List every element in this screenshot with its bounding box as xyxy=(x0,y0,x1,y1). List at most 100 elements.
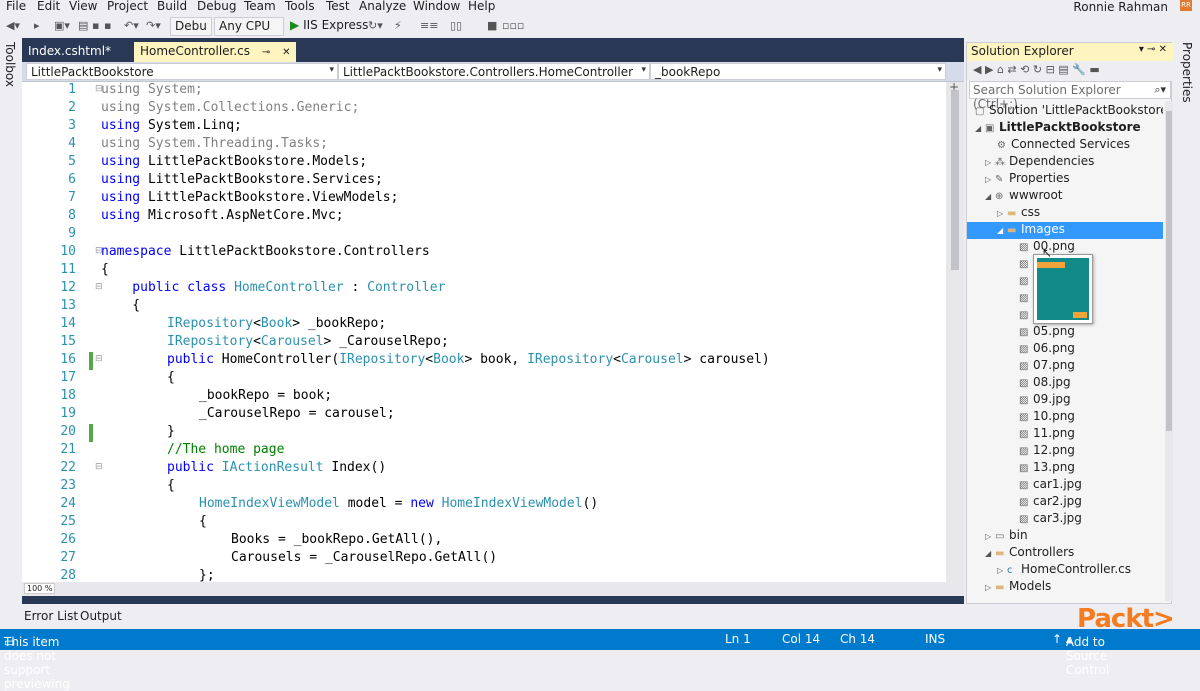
expanded-arrow-icon[interactable]: ◢ xyxy=(985,549,995,558)
toolbox-tab[interactable]: Toolbox xyxy=(0,38,22,630)
browser-link-icon[interactable]: ⚡ xyxy=(394,19,402,32)
menu-view[interactable]: View xyxy=(69,0,97,13)
refresh-icon[interactable]: ↻▾ xyxy=(368,19,383,32)
undo-icon[interactable]: ↶▾ xyxy=(124,19,139,32)
tree-item-bin[interactable]: ▷ ▭ bin xyxy=(985,528,1163,545)
scroll-thumb[interactable] xyxy=(1166,111,1172,431)
user-avatar[interactable]: RR xyxy=(1180,0,1192,11)
project-dropdown[interactable]: LittlePacktBookstore ▾ xyxy=(26,63,338,80)
tree-item-file[interactable]: ▨ 11.png xyxy=(1019,426,1163,443)
properties-icon[interactable]: 🔧 xyxy=(1072,63,1086,76)
tree-item-file[interactable]: ▨ 07.png xyxy=(1019,358,1163,375)
tree-item-file[interactable]: ▨ 09.jpg xyxy=(1019,392,1163,409)
menu-window[interactable]: Window xyxy=(413,0,460,13)
pin-icon[interactable]: ⊸ xyxy=(262,47,270,58)
tree-item-models[interactable]: ▷ ▬ Models xyxy=(985,579,1163,596)
tab-error-list[interactable]: Error List xyxy=(24,609,78,623)
menu-help[interactable]: Help xyxy=(468,0,495,13)
menu-tools[interactable]: Tools xyxy=(285,0,315,13)
comment-icon[interactable]: ▯▯ xyxy=(450,19,462,32)
tab-index-cshtml[interactable]: Index.cshtml* xyxy=(22,42,117,62)
tree-item-properties[interactable]: ▷ ✎ Properties xyxy=(985,171,1163,188)
fold-toggle[interactable]: ⊟ xyxy=(95,354,103,364)
back-icon[interactable]: ◀▾ xyxy=(6,19,20,32)
platform-select[interactable]: Any CPU xyxy=(214,17,284,36)
tree-item-file[interactable]: ▨ 06.png xyxy=(1019,341,1163,358)
tree-item-file[interactable]: ▨ 08.jpg xyxy=(1019,375,1163,392)
tree-item-file[interactable]: ▨ 12.png xyxy=(1019,443,1163,460)
collapsed-arrow-icon[interactable]: ▷ xyxy=(985,532,995,541)
collapse-icon[interactable]: ⊟ xyxy=(1046,63,1055,76)
menu-debug[interactable]: Debug xyxy=(197,0,236,13)
tree-item-file[interactable]: ▨ car1.jpg xyxy=(1019,477,1163,494)
user-name[interactable]: Ronnie Rahman xyxy=(1073,0,1168,14)
refresh-icon[interactable]: ↻ xyxy=(1033,63,1042,76)
tree-item-solution[interactable]: ▢ Solution 'LittlePacktBookstore' (1 xyxy=(975,103,1163,120)
expanded-arrow-icon[interactable]: ◢ xyxy=(975,124,985,133)
back-icon[interactable]: ◀ xyxy=(973,63,981,76)
tab-output[interactable]: Output xyxy=(80,609,122,623)
close-icon[interactable]: ✕ xyxy=(282,47,290,58)
tree-item-homecontroller[interactable]: ▷ c HomeController.cs xyxy=(997,562,1163,579)
tree-item-wwwroot[interactable]: ◢ ⊕ wwwroot xyxy=(985,188,1163,205)
bookmark-icon[interactable]: ■ xyxy=(487,19,497,32)
format-icon[interactable]: ≡≡ xyxy=(420,19,438,32)
code-editor[interactable]: 1 2 3 4 5 6 7 8 9 10 11 12 13 14 15 16 1… xyxy=(22,82,964,582)
forward-icon[interactable]: ▶ xyxy=(985,63,993,76)
tree-item-file[interactable]: ▨ car2.jpg xyxy=(1019,494,1163,511)
redo-icon[interactable]: ↷▾ xyxy=(146,19,161,32)
expanded-arrow-icon[interactable]: ◢ xyxy=(985,192,995,201)
tree-item-controllers[interactable]: ◢ ▬ Controllers xyxy=(985,545,1163,562)
tab-homecontroller-cs[interactable]: HomeController.cs ⊸ ✕ xyxy=(134,42,297,62)
open-icon[interactable]: ▤ xyxy=(78,19,88,32)
forward-icon[interactable]: ▸ xyxy=(34,19,40,32)
tree-item-images[interactable]: ◢ ▬ Images xyxy=(967,222,1163,239)
properties-tab[interactable]: Properties xyxy=(1174,38,1200,630)
zoom-select[interactable]: 100 % xyxy=(24,583,56,594)
solution-explorer-scrollbar[interactable] xyxy=(1165,101,1173,601)
tree-item-project[interactable]: ◢ ▣ LittlePacktBookstore xyxy=(975,120,1163,137)
scroll-thumb[interactable] xyxy=(951,90,959,270)
new-project-icon[interactable]: ▣▾ xyxy=(54,19,70,32)
menu-file[interactable]: File xyxy=(6,0,26,13)
add-to-source-control-button[interactable]: ↑ Add to Source Control ▴ xyxy=(1052,632,1109,677)
solution-explorer-title-bar[interactable]: Solution Explorer ▾ ⊸ ✕ xyxy=(967,43,1173,61)
tree-item-file[interactable]: ▨ 05.png xyxy=(1019,324,1163,341)
collapsed-arrow-icon[interactable]: ▷ xyxy=(997,209,1007,218)
menu-team[interactable]: Team xyxy=(244,0,276,13)
tree-item-file[interactable]: ▨ 10.png xyxy=(1019,409,1163,426)
collapsed-arrow-icon[interactable]: ▷ xyxy=(997,566,1007,575)
line-number-gutter: 1 2 3 4 5 6 7 8 9 10 11 12 13 14 15 16 1… xyxy=(22,82,82,582)
collapsed-arrow-icon[interactable]: ▷ xyxy=(985,583,995,592)
show-all-icon[interactable]: ▤ xyxy=(1058,63,1068,76)
panel-controls[interactable]: ▾ ⊸ ✕ xyxy=(1139,44,1167,55)
configuration-select[interactable]: Debu xyxy=(170,17,212,36)
bookmark-nav-icon[interactable]: ▫▫▫ xyxy=(502,19,524,32)
run-button[interactable]: ▶ IIS Express xyxy=(290,18,368,32)
expanded-arrow-icon[interactable]: ◢ xyxy=(997,226,1007,235)
collapsed-arrow-icon[interactable]: ▷ xyxy=(985,158,995,167)
line-number: 5 xyxy=(68,154,76,169)
save-all-icon[interactable]: ▪ xyxy=(104,19,111,32)
fold-toggle[interactable]: ⊟ xyxy=(95,462,103,472)
tree-item-connected-services[interactable]: ⚙ Connected Services xyxy=(997,137,1163,154)
collapsed-arrow-icon[interactable]: ▷ xyxy=(985,175,995,184)
class-dropdown[interactable]: LittlePacktBookstore.Controllers.HomeCon… xyxy=(338,63,650,80)
menu-edit[interactable]: Edit xyxy=(37,0,60,13)
menu-build[interactable]: Build xyxy=(157,0,187,13)
sync-icon[interactable]: ⇄ xyxy=(1007,63,1016,76)
save-icon[interactable]: ▪ xyxy=(92,19,99,32)
preview-icon[interactable]: ▬ xyxy=(1089,63,1099,76)
history-icon[interactable]: ⟲ xyxy=(1020,63,1029,76)
menu-project[interactable]: Project xyxy=(107,0,148,13)
member-dropdown[interactable]: _bookRepo ▾ xyxy=(650,63,946,80)
tree-item-file[interactable]: ▨ 13.png xyxy=(1019,460,1163,477)
solution-search-input[interactable]: Search Solution Explorer (Ctrl+;) ⌕▾ xyxy=(969,81,1171,111)
tree-item-dependencies[interactable]: ▷ ⁂ Dependencies xyxy=(985,154,1163,171)
home-icon[interactable]: ⌂ xyxy=(997,63,1004,76)
tree-item-file[interactable]: ▨ car3.jpg xyxy=(1019,511,1163,528)
menu-analyze[interactable]: Analyze xyxy=(359,0,406,13)
tree-item-css[interactable]: ▷ ▬ css xyxy=(997,205,1163,222)
editor-vertical-scrollbar[interactable]: + xyxy=(946,80,964,582)
menu-test[interactable]: Test xyxy=(326,0,350,13)
